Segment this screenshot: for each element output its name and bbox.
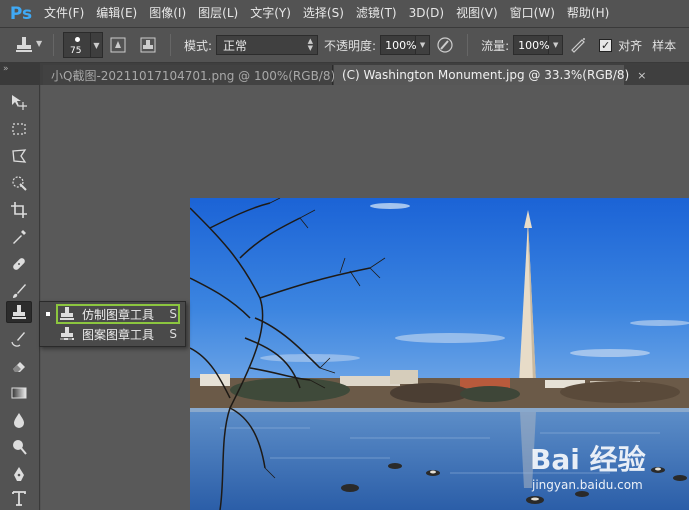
eraser-icon [13, 362, 25, 372]
eyedropper-icon [13, 230, 26, 244]
clone-stamp-icon [16, 37, 32, 52]
pen-icon [14, 467, 24, 481]
menu-help[interactable]: 帮助(H) [561, 0, 615, 27]
gradient-icon [11, 387, 27, 399]
flow-input[interactable]: 100% [513, 35, 550, 55]
menu-file[interactable]: 文件(F) [38, 0, 90, 27]
type-tool[interactable] [6, 487, 32, 509]
eraser-tool[interactable] [6, 355, 32, 377]
flyout-shortcut: S [169, 327, 177, 341]
stamp-tool-flyout: 仿制图章工具 S 图案图章工具 S [39, 301, 186, 347]
history-brush-icon [11, 332, 25, 347]
quick-selection-tool[interactable] [6, 172, 32, 194]
tab-label: 小Q截图-20211017104701.png @ 100%(RGB/8) [51, 68, 336, 83]
opacity-dropdown[interactable]: ▼ [416, 35, 431, 55]
photoshop-logo: Ps [9, 3, 33, 24]
menu-type[interactable]: 文字(Y) [244, 0, 297, 27]
pen-tool[interactable] [6, 463, 32, 485]
quick-selection-icon [12, 176, 27, 191]
move-tool[interactable] [6, 91, 32, 113]
sample-label: 样本 [652, 38, 677, 53]
menu-bar: Ps 文件(F) 编辑(E) 图像(I) 图层(L) 文字(Y) 选择(S) 滤… [0, 0, 689, 27]
crop-icon [11, 202, 27, 218]
brush-picker-dropdown[interactable]: ▼ [91, 32, 103, 58]
brush-size-picker[interactable]: 75 [63, 32, 91, 58]
blur-tool[interactable] [6, 409, 32, 431]
healing-brush-tool[interactable] [6, 253, 32, 275]
dodge-tool[interactable] [6, 436, 32, 458]
highlight-box [56, 304, 180, 324]
menu-view[interactable]: 视图(V) [450, 0, 504, 27]
clone-stamp-tool[interactable] [6, 301, 32, 323]
airbrush-button[interactable] [567, 34, 589, 56]
tools-panel [0, 85, 40, 510]
history-brush-tool[interactable] [6, 328, 32, 350]
toggle-clone-source-button[interactable] [137, 34, 159, 56]
brush-tool[interactable] [6, 280, 32, 302]
gradient-tool[interactable] [6, 382, 32, 404]
toolbox-collapse-handle[interactable]: » [0, 63, 40, 85]
menu-filter[interactable]: 滤镜(T) [350, 0, 403, 27]
mode-label: 模式: [184, 38, 213, 53]
divider [170, 34, 171, 56]
toggle-brush-panel-button[interactable] [107, 34, 129, 56]
flyout-label-pattern-stamp: 图案图章工具 [82, 327, 155, 342]
brush-icon [13, 284, 26, 298]
menu-select[interactable]: 选择(S) [297, 0, 350, 27]
clone-source-icon [140, 37, 156, 53]
menu-edit[interactable]: 编辑(E) [90, 0, 143, 27]
menu-layer[interactable]: 图层(L) [192, 0, 244, 27]
eyedropper-tool[interactable] [6, 226, 32, 248]
pattern-stamp-icon [60, 327, 74, 340]
flow-dropdown[interactable]: ▼ [549, 35, 564, 55]
bandage-icon [13, 258, 25, 270]
baidu-logo: Bai 经验 [530, 443, 646, 476]
menu-window[interactable]: 窗口(W) [504, 0, 561, 27]
divider [53, 34, 54, 56]
align-label: 对齐 [618, 38, 643, 53]
selected-bullet-icon [46, 312, 50, 316]
pressure-opacity-button[interactable] [434, 34, 456, 56]
baidu-jingyan-watermark: Bai 经验 jingyan.baidu.com [530, 438, 685, 508]
lasso-tool[interactable] [6, 145, 32, 167]
marquee-tool[interactable] [6, 118, 32, 140]
menu-3d[interactable]: 3D(D) [403, 0, 450, 27]
airbrush-icon [571, 38, 586, 53]
marquee-icon [12, 123, 26, 135]
opacity-label: 不透明度: [324, 38, 377, 53]
type-icon [12, 491, 26, 506]
move-icon [12, 95, 27, 110]
tool-preset-picker[interactable]: ▼ [14, 35, 46, 55]
options-bar: ▼ 75 ▼ 模式: 正常 ▲ ▼ 不透明度: 100% ▼ 流量: 100% ▼ [0, 27, 689, 63]
clone-stamp-icon [12, 305, 26, 319]
pressure-pen-icon [437, 37, 453, 53]
menu-image[interactable]: 图像(I) [143, 0, 192, 27]
dodge-icon [13, 440, 27, 455]
tab-washington-monument[interactable]: (C) Washington Monument.jpg @ 33.3%(RGB/… [334, 65, 646, 85]
opacity-input[interactable]: 100% [380, 35, 417, 55]
mode-select[interactable]: 正常 ▲ ▼ [216, 35, 319, 55]
chevron-down-icon: ▼ [36, 39, 43, 48]
blur-drop-icon [14, 413, 24, 428]
polygonal-lasso-icon [12, 149, 27, 163]
brush-tip-icon [75, 37, 80, 42]
flow-label: 流量: [481, 38, 510, 53]
mode-value: 正常 [223, 38, 248, 53]
watermark-url: jingyan.baidu.com [532, 478, 643, 492]
brush-panel-icon [110, 37, 126, 53]
divider [467, 34, 469, 56]
flyout-item-pattern-stamp[interactable]: 图案图章工具 S [40, 324, 185, 344]
select-arrows-icon: ▲ ▼ [307, 37, 314, 52]
tab-screenshot-png[interactable]: 小Q截图-20211017104701.png @ 100%(RGB/8) × [43, 65, 352, 85]
align-checkbox[interactable]: ✓ [599, 38, 613, 52]
crop-tool[interactable] [6, 199, 32, 221]
brush-size-value: 75 [70, 46, 82, 56]
tab-label: (C) Washington Monument.jpg @ 33.3%(RGB/… [342, 68, 630, 82]
close-icon[interactable]: × [637, 69, 646, 82]
